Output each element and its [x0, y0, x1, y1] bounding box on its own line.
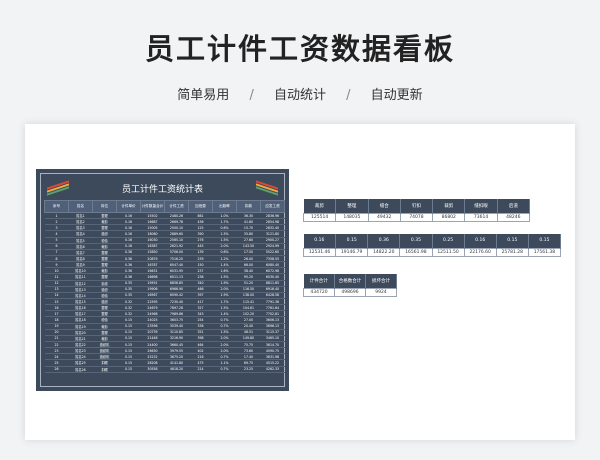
- table-cell: 0.15: [116, 366, 141, 373]
- summary-header: 整理: [335, 199, 369, 213]
- table-cell: 姓名26: [68, 366, 93, 373]
- summary-by-role-table: 裁剪 整理 缝合 钉扣 裁剪 缝扣眼 后道 125514 148035 49432 74078 868…: [302, 199, 531, 222]
- summary-header: 裁剪: [432, 199, 466, 213]
- summary-header: 钉扣: [400, 199, 434, 213]
- feature-1: 简单易用: [177, 88, 230, 103]
- summary-value: 22176.60: [463, 247, 497, 257]
- summary-value: 48246: [496, 212, 531, 222]
- summary-header: 0.25: [432, 234, 465, 248]
- column-header: 出勤率: [212, 200, 237, 213]
- summary-value: 19146.79: [335, 247, 369, 257]
- summary-header: 缝扣眼: [464, 199, 498, 213]
- summary-value: 14822.20: [367, 247, 401, 257]
- summary-value: 16561.98: [399, 247, 433, 257]
- table-cell: 214: [188, 366, 213, 373]
- feature-list: 简单易用 / 自动统计 / 自动更新: [0, 84, 600, 103]
- column-header: 岗位: [92, 200, 117, 213]
- table-cell: 4262.33: [260, 366, 285, 373]
- column-header: 序号: [44, 200, 69, 213]
- summary-header: 损坏合计: [365, 274, 397, 288]
- column-header: 计件工资: [164, 200, 189, 213]
- summary-value: 49432: [367, 212, 401, 222]
- table-cell: 扣眼: [92, 366, 117, 373]
- column-header: 姓名: [68, 200, 93, 213]
- summary-header: 0.36: [367, 234, 401, 248]
- summary-by-rate-table: 0.16 0.15 0.36 0.35 0.25 0.16 0.15 0.15 12531.46…: [302, 234, 562, 257]
- wage-table: 序号 姓名 岗位 计件单价 计件数量合计 计件工资 加班费 出勤率 扣款 应发工资 1 姓名1 整理 0…: [44, 200, 285, 373]
- table-cell: 30558: [140, 366, 165, 373]
- feature-3: 自动更新: [370, 88, 423, 103]
- summary-totals-table: 计件合计 合格数合计 损坏合计 434720 498696 9924: [303, 274, 397, 297]
- summary-value: 12531.46: [302, 247, 337, 257]
- table-cell: 23.25: [236, 366, 261, 373]
- table-cell: 4618.20: [164, 366, 189, 373]
- summary-header: 0.16: [464, 234, 497, 248]
- summary-value: 86802: [432, 212, 466, 222]
- summary-header: 裁剪: [303, 199, 337, 213]
- separator: /: [249, 88, 254, 103]
- table-title: 员工计件工资统计表: [121, 185, 203, 195]
- table-row: 26 姓名26 扣眼 0.15 30558 4618.20 214 0.7% 23.25 4262…: [44, 366, 285, 373]
- feature-2: 自动统计: [273, 88, 326, 103]
- summary-value: 148035: [335, 212, 369, 222]
- summary-value: 25781.28: [495, 247, 529, 257]
- summary-value: 12511.50: [431, 247, 465, 257]
- spreadsheet-preview: 员工计件工资统计表 序号 姓名 岗位 计件单价 计件数量合计 计件工资 加班费 出勤率 扣款 应发…: [25, 124, 575, 440]
- summary-header: 0.15: [528, 234, 562, 248]
- summary-header: 缝合: [368, 199, 401, 213]
- summary-header: 后道: [497, 199, 531, 213]
- summary-value: 125514: [302, 212, 337, 222]
- page-title: 员工计件工资数据看板: [144, 32, 455, 66]
- summary-value: 9924: [365, 287, 397, 297]
- summary-header: 合格数合计: [334, 274, 366, 288]
- column-header: 应发工资: [260, 200, 285, 213]
- table-cell: 26: [44, 366, 69, 373]
- summary-value: 73614: [464, 212, 498, 222]
- separator: /: [346, 88, 351, 103]
- column-header: 计件数量合计: [140, 200, 165, 213]
- column-header: 扣款: [236, 200, 261, 213]
- summary-header: 计件合计: [303, 274, 335, 288]
- summary-header: 0.16: [303, 234, 337, 248]
- summary-value: 434720: [303, 287, 335, 297]
- wage-table-panel: 员工计件工资统计表 序号 姓名 岗位 计件单价 计件数量合计 计件工资 加班费 出勤率 扣款 应发…: [36, 169, 289, 391]
- wage-table-frame: 员工计件工资统计表 序号 姓名 岗位 计件单价 计件数量合计 计件工资 加班费 出勤率 扣款 应发…: [40, 173, 285, 387]
- summary-header: 0.15: [496, 234, 529, 248]
- column-header: 计件单价: [116, 200, 141, 213]
- summary-header: 0.15: [335, 234, 369, 248]
- summary-value: 498696: [334, 287, 366, 297]
- column-header: 加班费: [188, 200, 213, 213]
- summary-value: 17561.38: [527, 247, 562, 257]
- table-cell: 0.7%: [212, 366, 237, 373]
- summary-header: 0.35: [399, 234, 433, 248]
- summary-value: 74078: [399, 212, 434, 222]
